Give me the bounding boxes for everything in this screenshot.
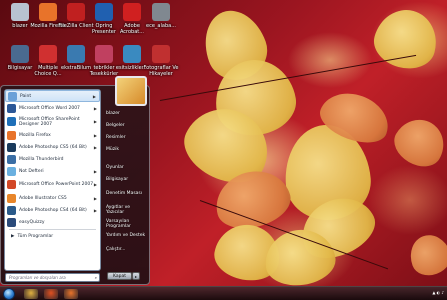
program-item[interactable]: Not Defteri ▶	[5, 165, 100, 177]
program-label: Adobe Photoshop CS5 (64 Bit)	[19, 144, 87, 150]
program-item[interactable]: Mozilla Thunderbird	[5, 153, 100, 165]
submenu-arrow-icon[interactable]: ▶	[94, 196, 97, 201]
taskbar-explorer-icon[interactable]	[24, 289, 38, 299]
tesekkur-icon	[95, 45, 113, 63]
multiple-icon	[39, 45, 57, 63]
opera-icon	[95, 3, 113, 21]
submenu-arrow-icon[interactable]: ▶	[94, 208, 97, 213]
program-label: Microsoft Office Word 2007	[19, 105, 80, 111]
right-link[interactable]: Varsayılan Programlar	[106, 219, 149, 229]
submenu-arrow-icon[interactable]: ▶	[94, 169, 97, 174]
right-link[interactable]: Müzik	[106, 147, 119, 152]
photoshop-icon	[7, 142, 16, 152]
right-link[interactable]: Çalıştır...	[106, 247, 126, 252]
powerpoint-icon	[7, 180, 16, 189]
ekstra-icon	[67, 45, 85, 63]
program-item[interactable]: Microsoft Office SharePoint Designer 200…	[5, 114, 100, 129]
program-label: Adobe Photoshop CS4 (64 Bit)	[19, 207, 87, 213]
desktop-icon-label: Fotograflar Ve Hikayeler	[143, 65, 179, 77]
program-item[interactable]: Microsoft Office Word 2007 ▶	[5, 102, 100, 114]
desktop-icon-file1[interactable]: ece_alaba...	[143, 3, 179, 29]
system-tray[interactable]: ▲ ◐ ♪	[432, 290, 444, 295]
program-item[interactable]: Paint ▶	[5, 90, 100, 102]
start-menu: Paint ▶ Microsoft Office Word 2007 ▶ Microso…	[0, 85, 150, 285]
program-item[interactable]: Microsoft Office PowerPoint 2007 ▶	[5, 177, 100, 192]
sharepoint-icon	[7, 117, 16, 126]
program-list: Paint ▶ Microsoft Office Word 2007 ▶ Microso…	[5, 90, 100, 228]
program-item[interactable]: Adobe Photoshop CS4 (64 Bit) ▶	[5, 204, 100, 216]
triangle-right-icon: ▶	[11, 234, 15, 239]
all-programs-button[interactable]: ▶ Tüm Programlar	[5, 231, 100, 242]
program-label: easyQuizzy	[19, 219, 45, 225]
shutdown-button[interactable]: Kapat	[107, 272, 132, 280]
tray-icons: ▲ ◐ ♪	[432, 290, 444, 295]
program-label: Mozilla Firefox	[19, 132, 51, 138]
notepad-icon	[7, 166, 16, 176]
blazer-icon	[11, 3, 29, 21]
shutdown-label: Kapat	[112, 274, 126, 279]
search-input[interactable]: Programları ve dosyaları ara ⌕	[5, 273, 100, 282]
file1-icon	[152, 3, 170, 21]
taskbar: ▲ ◐ ♪	[0, 286, 447, 300]
submenu-arrow-icon[interactable]: ▶	[94, 106, 97, 111]
shutdown-options-button[interactable]: ▸	[132, 272, 140, 280]
quiz-icon	[7, 217, 16, 227]
all-programs-label: Tüm Programlar	[17, 234, 54, 239]
right-link[interactable]: Denetim Masası	[106, 191, 142, 196]
photoshop-cs4-icon	[7, 205, 16, 215]
program-item[interactable]: easyQuizzy	[5, 216, 100, 228]
submenu-arrow-icon[interactable]: ▶	[94, 182, 97, 187]
user-picture[interactable]	[115, 76, 147, 106]
firefox-icon	[39, 3, 57, 21]
search-icon[interactable]: ⌕	[95, 274, 97, 282]
acrobat-icon	[123, 3, 141, 21]
start-menu-right-pane: blazer Belgeler Resimler Müzik Oyunlar Bilgis…	[104, 89, 149, 279]
illustrator-icon	[7, 193, 16, 203]
program-label: Mozilla Thunderbird	[19, 156, 64, 162]
submenu-arrow-icon[interactable]: ▶	[94, 119, 97, 124]
program-label: Adobe Illustrator CS5	[19, 195, 67, 201]
search-placeholder: Programları ve dosyaları ara	[9, 275, 66, 280]
start-button[interactable]	[3, 288, 15, 300]
wallpaper-leaf	[387, 110, 447, 175]
desktop-icon-dosya[interactable]: Fotograflar Ve Hikayeler	[143, 45, 179, 77]
program-item[interactable]: Mozilla Firefox ▶	[5, 129, 100, 141]
taskbar-media-icon[interactable]	[44, 289, 58, 299]
program-label: Microsoft Office PowerPoint 2007	[19, 182, 94, 187]
wallpaper-leaf	[368, 2, 444, 76]
right-link[interactable]: Bilgisayar	[106, 177, 128, 182]
chevron-right-icon: ▸	[134, 274, 137, 279]
right-link[interactable]: Resimler	[106, 135, 126, 140]
wallpaper-leaf	[404, 229, 447, 281]
submenu-arrow-icon[interactable]: ▶	[94, 145, 97, 150]
taskbar-firefox-icon[interactable]	[64, 289, 78, 299]
start-menu-programs-pane: Paint ▶ Microsoft Office Word 2007 ▶ Microso…	[4, 89, 101, 271]
submenu-arrow-icon[interactable]: ▶	[93, 94, 96, 99]
submenu-arrow-icon[interactable]: ▶	[94, 133, 97, 138]
paint-icon	[8, 91, 17, 101]
program-item[interactable]: Adobe Photoshop CS5 (64 Bit) ▶	[5, 141, 100, 153]
thunderbird-icon	[7, 154, 16, 164]
divider	[9, 229, 96, 230]
program-label: Not Defteri	[19, 168, 44, 174]
right-link[interactable]: Yardım ve Destek	[106, 233, 145, 238]
right-link[interactable]: blazer	[106, 111, 120, 116]
filezilla-icon	[67, 3, 85, 21]
program-item[interactable]: Adobe Illustrator CS5 ▶	[5, 192, 100, 204]
esitsiz-icon	[123, 45, 141, 63]
program-label: Paint	[20, 93, 32, 99]
right-link[interactable]: Oyunlar	[106, 165, 124, 170]
firefox-icon	[7, 130, 16, 140]
dosya-icon	[152, 45, 170, 63]
right-link[interactable]: Belgeler	[106, 123, 125, 128]
word-icon	[7, 103, 16, 113]
computer-icon	[11, 45, 29, 63]
program-label: Microsoft Office SharePoint Designer 200…	[19, 116, 80, 127]
right-link[interactable]: Aygıtlar ve Yazıcılar	[106, 205, 149, 215]
desktop-icon-label: ece_alaba...	[146, 23, 176, 29]
